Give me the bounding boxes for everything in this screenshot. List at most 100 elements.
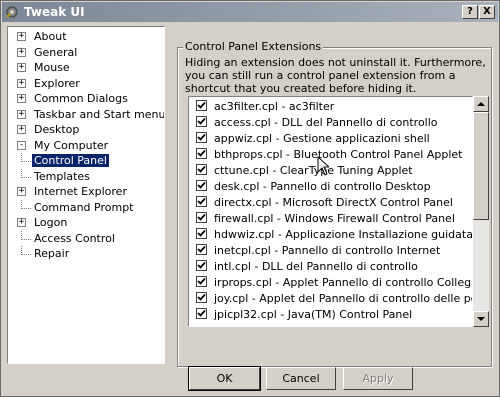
tree-item-label[interactable]: Logon — [32, 216, 69, 229]
expand-icon[interactable]: + — [17, 32, 26, 41]
ok-button[interactable]: OK — [188, 366, 261, 391]
checkbox[interactable] — [196, 100, 207, 111]
expand-icon[interactable]: + — [17, 94, 26, 103]
checkbox[interactable] — [196, 244, 207, 255]
list-item[interactable]: joy.cpl - Applet del Pannello di control… — [189, 290, 472, 306]
list-item-label: appwiz.cpl - Gestione applicazioni shell — [214, 132, 430, 145]
tree-item[interactable]: Control Panel — [8, 153, 164, 168]
list-item-label: joy.cpl - Applet del Pannello di control… — [214, 292, 472, 305]
arrow-down-icon — [477, 317, 485, 321]
tree-item-label[interactable]: Repair — [32, 247, 71, 260]
tree-item-label[interactable]: Common Dialogs — [32, 92, 130, 105]
tree-item[interactable]: Repair — [8, 246, 164, 261]
tree-item-label[interactable]: Taskbar and Start menu — [32, 108, 164, 121]
list-item-label: irprops.cpl - Applet Pannello di control… — [214, 276, 472, 289]
arrow-up-icon — [477, 102, 485, 106]
list-item-label: bthprops.cpl - Bluetooth Control Panel A… — [214, 148, 463, 161]
expand-icon[interactable]: + — [17, 187, 26, 196]
tree-item-label[interactable]: Command Prompt — [32, 201, 136, 214]
tweak-ui-window: Tweak UI ? X + About + General + Mouse + Explor… — [0, 0, 500, 397]
tree-item[interactable]: + Mouse — [8, 60, 164, 75]
tree-item[interactable]: + Logon — [8, 215, 164, 230]
apply-button: Apply — [343, 367, 413, 390]
tree-connector — [21, 199, 31, 209]
checkbox[interactable] — [196, 116, 207, 127]
group-title: Control Panel Extensions — [183, 40, 324, 53]
list-item[interactable]: desk.cpl - Pannello di controllo Desktop — [189, 178, 472, 194]
list-item-label: cttune.cpl - ClearType Tuning Applet — [214, 164, 413, 177]
list-item[interactable]: access.cpl - DLL del Pannello di control… — [189, 114, 472, 130]
help-button[interactable]: ? — [462, 5, 478, 19]
checkbox[interactable] — [196, 180, 207, 191]
tree-item[interactable]: + Internet Explorer — [8, 184, 164, 199]
list-item-label: hdwwiz.cpl - Applicazione Installazione … — [214, 228, 473, 241]
tree-item-label[interactable]: Explorer — [32, 77, 82, 90]
tree-item[interactable]: + Explorer — [8, 76, 164, 91]
tree-item-label[interactable]: Desktop — [32, 123, 81, 136]
list-item[interactable]: hdwwiz.cpl - Applicazione Installazione … — [189, 226, 472, 242]
checkbox[interactable] — [196, 276, 207, 287]
list-item-label: ac3filter.cpl - ac3filter — [214, 100, 335, 113]
list-item[interactable]: irprops.cpl - Applet Pannello di control… — [189, 274, 472, 290]
expand-icon[interactable]: + — [17, 78, 26, 88]
close-button[interactable]: X — [479, 5, 495, 19]
checkbox[interactable] — [196, 148, 207, 159]
tree-connector — [21, 230, 31, 240]
list-item[interactable]: directx.cpl - Microsoft DirectX Control … — [189, 194, 472, 210]
expand-icon[interactable]: + — [17, 63, 26, 72]
checkbox[interactable] — [196, 196, 207, 207]
tree-item[interactable]: + Taskbar and Start menu — [8, 107, 164, 122]
checkbox[interactable] — [196, 260, 207, 271]
list-item[interactable]: ac3filter.cpl - ac3filter — [189, 98, 472, 114]
tree-connector — [21, 168, 31, 178]
tree-item-label[interactable]: Mouse — [32, 61, 72, 74]
expand-icon[interactable]: + — [17, 218, 26, 227]
tree-item[interactable]: Access Control — [8, 230, 164, 246]
tree-item-label[interactable]: My Computer — [32, 139, 110, 152]
checkbox[interactable] — [196, 228, 207, 239]
tree-item[interactable]: Templates — [8, 168, 164, 184]
list-item[interactable]: firewall.cpl - Windows Firewall Control … — [189, 210, 472, 226]
list-item[interactable]: jpicpl32.cpl - Java(TM) Control Panel — [189, 306, 472, 322]
checkbox[interactable] — [196, 292, 207, 303]
tree-item[interactable]: - My Computer — [8, 138, 164, 153]
tree-connector — [21, 153, 31, 162]
cancel-button[interactable]: Cancel — [266, 367, 336, 390]
extensions-list[interactable]: ac3filter.cpl - ac3filter access.cpl - DL… — [188, 96, 473, 327]
tree-item-label[interactable]: General — [32, 46, 79, 59]
scroll-thumb[interactable] — [473, 112, 489, 220]
tree-item[interactable]: + Desktop — [8, 122, 164, 137]
expand-icon[interactable]: + — [17, 125, 26, 134]
checkbox[interactable] — [196, 164, 207, 175]
list-item[interactable]: cttune.cpl - ClearType Tuning Applet — [189, 162, 472, 178]
expand-icon[interactable]: + — [17, 109, 26, 119]
mouse-pointer-icon — [317, 155, 331, 179]
tree-item[interactable]: + Common Dialogs — [8, 91, 164, 106]
tree-item[interactable]: + General — [8, 45, 164, 60]
tree-item-label[interactable]: Control Panel — [32, 154, 109, 167]
tree-item[interactable]: Command Prompt — [8, 199, 164, 215]
scroll-up-button[interactable] — [473, 96, 489, 112]
tree-item-label[interactable]: About — [32, 30, 69, 43]
list-item[interactable]: inetcpl.cpl - Pannello di controllo Inte… — [189, 242, 472, 258]
tree-item-label[interactable]: Internet Explorer — [32, 185, 129, 198]
scroll-down-button[interactable] — [473, 311, 489, 327]
title-bar[interactable]: Tweak UI ? X — [2, 2, 498, 22]
checkbox[interactable] — [196, 212, 207, 223]
tree-item-label[interactable]: Access Control — [32, 232, 117, 245]
gear-icon — [5, 5, 19, 19]
expand-icon[interactable]: + — [17, 47, 26, 57]
collapse-icon[interactable]: - — [17, 140, 26, 150]
list-item[interactable]: intl.cpl - DLL del Pannello di controllo — [189, 258, 472, 274]
list-item[interactable]: bthprops.cpl - Bluetooth Control Panel A… — [189, 146, 472, 162]
list-item-label: desk.cpl - Pannello di controllo Desktop — [214, 180, 431, 193]
list-item-label: directx.cpl - Microsoft DirectX Control … — [214, 196, 453, 209]
list-scrollbar[interactable] — [473, 96, 489, 327]
list-item-label: access.cpl - DLL del Pannello di control… — [214, 116, 438, 129]
checkbox[interactable] — [196, 308, 207, 319]
tree-item[interactable]: + About — [8, 29, 164, 44]
checkbox[interactable] — [196, 132, 207, 143]
list-item[interactable]: appwiz.cpl - Gestione applicazioni shell — [189, 130, 472, 146]
tree-item-label[interactable]: Templates — [32, 170, 92, 183]
category-tree[interactable]: + About + General + Mouse + Explorer + Common Dia… — [7, 26, 165, 364]
